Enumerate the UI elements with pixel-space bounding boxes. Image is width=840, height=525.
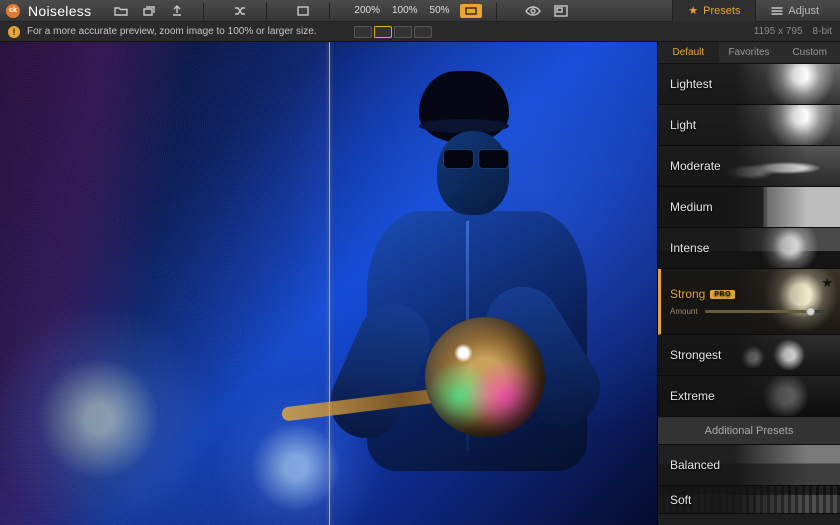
toolbar-divider — [329, 3, 330, 19]
view-split-button[interactable] — [374, 26, 392, 38]
zoom-50-button[interactable]: 50% — [424, 3, 456, 18]
preset-balanced[interactable]: Balanced — [658, 445, 840, 486]
app-logo-icon: ck — [6, 4, 20, 18]
shuffle-button[interactable] — [228, 3, 252, 19]
infobar: ! For a more accurate preview, zoom imag… — [0, 22, 840, 42]
favorite-star-icon[interactable]: ★ — [821, 275, 833, 291]
preview-group — [521, 3, 573, 19]
presets-tab-label: Presets — [703, 5, 740, 17]
pro-badge: PRO — [710, 290, 735, 299]
photo-subject — [315, 71, 604, 515]
info-tip-text: For a more accurate preview, zoom image … — [27, 26, 317, 37]
image-bitdepth: 8-bit — [813, 26, 832, 37]
additional-presets-header: Additional Presets — [658, 417, 840, 445]
preset-label: Intense — [670, 241, 709, 255]
preset-label: Balanced — [670, 458, 720, 472]
presets-sidebar: Default Favorites Custom Lightest Light … — [657, 42, 840, 525]
view-stack-button[interactable] — [414, 26, 432, 38]
star-icon: ★ — [688, 4, 698, 17]
warning-icon: ! — [8, 26, 20, 38]
adjust-tab[interactable]: Adjust — [755, 0, 834, 22]
tool-group — [228, 3, 252, 19]
compare-split-handle[interactable] — [329, 42, 330, 525]
image-canvas[interactable] — [0, 42, 657, 525]
photo-preview — [0, 42, 657, 525]
mode-default-tab[interactable]: Default — [658, 42, 719, 63]
mode-custom-tab[interactable]: Custom — [779, 42, 840, 63]
preset-label: Strong PRO — [670, 287, 735, 301]
presets-tab[interactable]: ★ Presets — [672, 0, 755, 22]
preset-label: Soft — [670, 493, 691, 507]
info-right: 1195 x 795 8-bit — [754, 26, 832, 37]
export-button[interactable] — [165, 3, 189, 19]
quick-preview-button[interactable] — [521, 3, 545, 19]
preset-mode-tabs: Default Favorites Custom — [658, 42, 840, 64]
preset-light[interactable]: Light — [658, 105, 840, 146]
sliders-icon — [771, 6, 783, 16]
fit-icon — [465, 7, 477, 15]
share-icon — [170, 5, 184, 17]
preset-extreme[interactable]: Extreme — [658, 376, 840, 417]
fit-screen-button[interactable] — [460, 4, 482, 18]
preset-amount-row: Amount — [670, 307, 828, 316]
preset-label-text: Strong — [670, 287, 705, 301]
view-side-button[interactable] — [394, 26, 412, 38]
preset-label: Extreme — [670, 389, 715, 403]
panel-tabs: ★ Presets Adjust — [672, 0, 834, 21]
preset-label: Strongest — [670, 348, 721, 362]
preset-label: Light — [670, 118, 696, 132]
preset-lightest[interactable]: Lightest — [658, 64, 840, 105]
folder-icon — [114, 5, 128, 17]
compare-mode-group — [354, 26, 432, 38]
main-area: Default Favorites Custom Lightest Light … — [0, 42, 840, 525]
preset-list: Lightest Light Moderate Medium Intense — [658, 64, 840, 525]
navigator-button[interactable] — [549, 3, 573, 19]
preset-moderate[interactable]: Moderate — [658, 146, 840, 187]
file-tool-group — [109, 3, 189, 19]
batch-button[interactable] — [137, 3, 161, 19]
preset-label: Lightest — [670, 77, 712, 91]
titlebar: ck Noiseless 200% — [0, 0, 840, 22]
preset-label: Moderate — [670, 159, 721, 173]
mode-favorites-tab[interactable]: Favorites — [719, 42, 780, 63]
shuffle-icon — [233, 5, 247, 17]
crop-button[interactable] — [291, 3, 315, 19]
amount-slider[interactable] — [705, 310, 828, 313]
zoom-100-button[interactable]: 100% — [386, 3, 424, 18]
crop-icon — [296, 5, 310, 17]
navigator-icon — [554, 5, 568, 17]
preset-intense[interactable]: Intense — [658, 228, 840, 269]
amount-label: Amount — [670, 307, 698, 316]
app-title: Noiseless — [28, 3, 91, 19]
open-folder-button[interactable] — [109, 3, 133, 19]
eye-icon — [525, 5, 541, 17]
preset-soft[interactable]: Soft — [658, 486, 840, 514]
zoom-200-button[interactable]: 200% — [348, 3, 386, 18]
image-dimensions: 1195 x 795 — [754, 26, 803, 37]
toolbar-divider — [266, 3, 267, 19]
preset-medium[interactable]: Medium — [658, 187, 840, 228]
stack-icon — [142, 5, 156, 17]
crop-group — [291, 3, 315, 19]
slider-thumb[interactable] — [806, 307, 815, 316]
app-window: ck Noiseless 200% — [0, 0, 840, 525]
preset-strongest[interactable]: Strongest — [658, 335, 840, 376]
preset-label: Medium — [670, 200, 713, 214]
toolbar-divider — [203, 3, 204, 19]
adjust-tab-label: Adjust — [788, 5, 819, 17]
view-single-button[interactable] — [354, 26, 372, 38]
zoom-group: 200% 100% 50% — [348, 3, 481, 18]
toolbar-divider — [496, 3, 497, 19]
preset-strong[interactable]: ★ Strong PRO Amount — [658, 269, 840, 335]
